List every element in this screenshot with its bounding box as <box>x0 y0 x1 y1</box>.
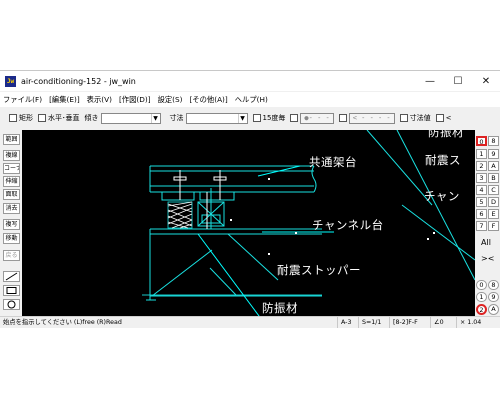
vibration-label: 防振材 <box>262 301 298 315</box>
copy-button[interactable]: 複写 <box>3 219 20 230</box>
deg15-label: 15度毎 <box>262 114 286 122</box>
vibration-right-label: 防振材 <box>428 130 464 139</box>
layer-5-button[interactable]: 5 <box>476 197 487 207</box>
left-tool-panel: 範囲 複線 コーナー 伸縮 面取 消去 複写 移動 戻る <box>0 130 22 315</box>
stopper-label: 耐震ストッパー <box>277 263 361 277</box>
title-bar: Jw air-conditioning-152 - jw_win — ☐ ✕ <box>0 71 500 91</box>
layer-group-0-button[interactable]: 0 <box>476 136 487 146</box>
minimize-button[interactable]: — <box>416 71 444 91</box>
layer-d-button[interactable]: D <box>488 197 499 207</box>
layer-panel: 0 8 1 9 2 A 3 B 4 C 5 D 6 E 7 F All >< 0… <box>475 130 500 316</box>
hv-checkbox[interactable] <box>38 114 46 122</box>
dim-label: 寸法 <box>169 114 184 122</box>
layer-c-button[interactable]: C <box>488 185 499 195</box>
layer-7-button[interactable]: 7 <box>476 221 487 231</box>
rect-tool-button[interactable] <box>3 285 20 296</box>
layer-4-button[interactable]: 4 <box>476 185 487 195</box>
menu-bar: ファイル(F) [編集(E)] 表示(V) [作図(D)] 設定(S) [その他… <box>0 92 500 107</box>
menu-view[interactable]: 表示(V) <box>87 95 112 105</box>
group-2-button[interactable]: 2 <box>476 304 487 315</box>
layer-2-button[interactable]: 2 <box>476 161 487 171</box>
layer-a-button[interactable]: A <box>488 161 499 171</box>
menu-draw[interactable]: [作図(D)] <box>119 95 151 105</box>
last-checkbox[interactable] <box>435 114 444 122</box>
last-label: < <box>445 114 452 122</box>
window-controls: — ☐ ✕ <box>416 71 500 91</box>
angle-readout[interactable]: ∠0 <box>430 317 444 328</box>
layer-e-button[interactable]: E <box>488 209 499 219</box>
window-title: air-conditioning-152 - jw_win <box>21 76 136 86</box>
layer-group-8-button[interactable]: 8 <box>488 136 499 146</box>
undo-button[interactable]: 戻る <box>3 250 20 261</box>
tilt-combo[interactable]: ▼ <box>100 112 161 124</box>
app-window: Jw air-conditioning-152 - jw_win — ☐ ✕ フ… <box>0 70 500 328</box>
line-icon <box>5 272 18 281</box>
cad-drawing <box>142 130 475 316</box>
close-button[interactable]: ✕ <box>472 71 500 91</box>
line-tool-button[interactable] <box>3 271 20 282</box>
layer-readout[interactable]: [8-2]F-F <box>389 317 418 328</box>
dim-combo[interactable]: ▼ <box>185 112 248 124</box>
chevron-down-icon: ▼ <box>237 113 247 123</box>
rect-label: 矩形 <box>19 114 33 122</box>
chevron-down-icon: ▼ <box>150 113 160 123</box>
menu-settings[interactable]: 設定(S) <box>158 95 183 105</box>
menu-edit[interactable]: [編集(E)] <box>49 95 80 105</box>
paper-size[interactable]: A-3 <box>337 317 351 328</box>
chamfer-button[interactable]: 面取 <box>3 189 20 200</box>
all-layers-button[interactable]: All <box>481 238 491 247</box>
erase-button[interactable]: 消去 <box>3 203 20 214</box>
arrow-checkbox[interactable] <box>338 114 347 122</box>
deg15-checkbox[interactable] <box>252 114 261 122</box>
arrow-mode-button[interactable]: < - - - - <box>348 112 395 124</box>
stretch-button[interactable]: 伸縮 <box>3 176 20 187</box>
rect-checkbox[interactable] <box>9 114 17 122</box>
app-icon: Jw <box>5 75 16 87</box>
range-button[interactable]: 範囲 <box>3 134 20 145</box>
offset-button[interactable]: 複線 <box>3 150 20 161</box>
rectangle-icon <box>6 287 17 294</box>
corner-button[interactable]: コーナー <box>3 163 20 174</box>
channel-right-label: チャン <box>424 189 460 203</box>
group-9-button[interactable]: 9 <box>488 292 499 302</box>
point-checkbox[interactable] <box>290 114 299 122</box>
frame-label: 共通架台 <box>309 155 357 169</box>
group-0-button[interactable]: 0 <box>476 280 487 290</box>
layer-1-button[interactable]: 1 <box>476 149 487 159</box>
menu-other[interactable]: [その他(A)] <box>189 95 227 105</box>
move-button[interactable]: 移動 <box>3 233 20 244</box>
hv-label: 水平･垂直 <box>48 114 80 122</box>
menu-file[interactable]: ファイル(F) <box>3 95 42 105</box>
dimval-label: 寸法値 <box>409 114 431 122</box>
maximize-button[interactable]: ☐ <box>444 71 472 91</box>
layer-b-button[interactable]: B <box>488 173 499 183</box>
circle-icon <box>7 300 16 309</box>
layer-f-button[interactable]: F <box>488 221 499 231</box>
scale-readout[interactable]: S=1/1 <box>358 317 381 328</box>
layer-9-button[interactable]: 9 <box>488 149 499 159</box>
menu-help[interactable]: ヘルプ(H) <box>235 95 268 105</box>
circle-tool-button[interactable] <box>3 299 20 310</box>
seismic-right-label: 耐震ス <box>425 153 461 167</box>
group-1-button[interactable]: 1 <box>476 292 487 302</box>
zoom-readout[interactable]: × 1.04 <box>456 317 481 328</box>
layer-6-button[interactable]: 6 <box>476 209 487 219</box>
point-mode-button[interactable]: ●- - - <box>300 112 334 124</box>
tool-options-bar: 矩形 水平･垂直 傾き ▼ 寸法 ▼ 15度毎 ●- - - < - - - - <box>0 109 500 127</box>
tilt-label: 傾き <box>84 114 99 122</box>
status-bar: 始点を指示してください (L)free (R)Read A-3 S=1/1 [8… <box>0 316 500 328</box>
channel-label: チャンネル台 <box>312 218 384 232</box>
status-message: 始点を指示してください (L)free (R)Read <box>3 319 122 326</box>
exclude-toggle-icon[interactable]: >< <box>481 254 494 263</box>
drawing-canvas[interactable]: 共通架台 チャンネル台 耐震ストッパー 防振材 防振材 耐震ス チャン <box>22 130 475 316</box>
group-8-button[interactable]: 8 <box>488 280 499 290</box>
layer-3-button[interactable]: 3 <box>476 173 487 183</box>
group-a-button[interactable]: A <box>488 304 499 315</box>
dimval-checkbox[interactable] <box>399 114 408 122</box>
